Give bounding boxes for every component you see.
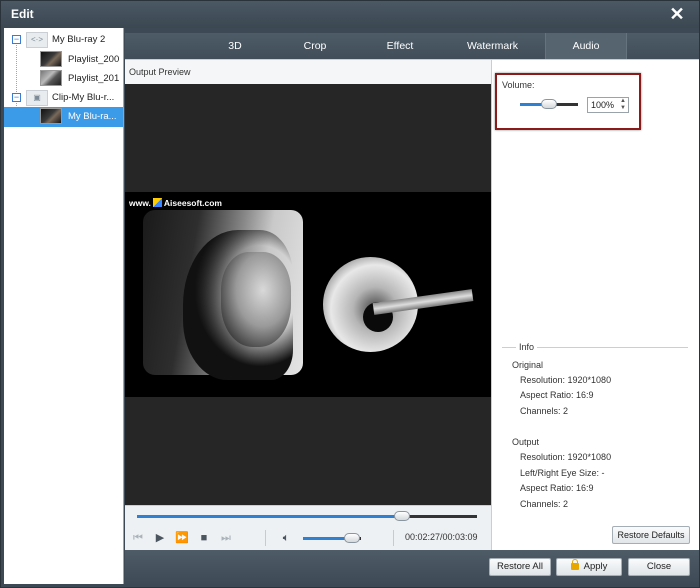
output-resolution: Resolution: 1920*1080 bbox=[520, 452, 612, 462]
play-icon[interactable]: ▶ bbox=[153, 531, 167, 545]
divider bbox=[265, 530, 266, 546]
aiseesoft-logo-icon bbox=[152, 198, 162, 207]
audio-settings-panel: Volume: 100% ▲ ▼ Info Original Resolution… bbox=[491, 59, 699, 550]
title-bar: Edit ✕ bbox=[1, 1, 699, 28]
clip-icon: ▣ bbox=[26, 90, 48, 106]
preview-header: Output Preview bbox=[125, 60, 491, 84]
original-resolution: Resolution: 1920*1080 bbox=[520, 375, 612, 385]
output-aspect-ratio: Aspect Ratio: 16:9 bbox=[520, 483, 594, 493]
time-display: 00:02:27/00:03:09 bbox=[405, 532, 478, 542]
seek-progress bbox=[137, 515, 402, 518]
tab-3d[interactable]: 3D bbox=[195, 33, 275, 59]
output-heading: Output bbox=[512, 437, 540, 447]
fast-forward-icon[interactable]: ⏩ bbox=[175, 531, 189, 545]
tree-item-selected-clip[interactable]: My Blu-ra... bbox=[4, 107, 123, 127]
output-preview-panel: Output Preview www. Aiseesoft.com bbox=[125, 59, 491, 506]
video-thumbnail bbox=[40, 70, 62, 86]
tab-effect[interactable]: Effect bbox=[360, 33, 440, 59]
lock-icon bbox=[570, 559, 579, 570]
apply-label: Apply bbox=[583, 561, 608, 572]
edit-tabs: 3D Crop Effect Watermark Audio bbox=[125, 33, 699, 59]
tree-item-clip[interactable]: − ▣ Clip-My Blu-r... bbox=[4, 88, 123, 108]
watermark-brand: Aiseesoft.com bbox=[163, 198, 222, 208]
previous-frame-icon[interactable]: ⏮ bbox=[131, 531, 145, 545]
close-button[interactable]: Close bbox=[628, 558, 690, 576]
highlight-annotation bbox=[495, 73, 641, 130]
preview-volume-slider[interactable] bbox=[303, 533, 361, 543]
tree-item-playlist-201[interactable]: Playlist_201 bbox=[4, 69, 123, 89]
tree-item-label: My Blu-ray 2 bbox=[52, 34, 106, 45]
restore-all-button[interactable]: Restore All bbox=[489, 558, 551, 576]
tree-item-label: Playlist_201 bbox=[68, 73, 120, 84]
tree-item-label: Clip-My Blu-r... bbox=[52, 92, 115, 103]
collapse-icon[interactable]: − bbox=[12, 93, 21, 102]
seek-handle[interactable] bbox=[394, 511, 410, 521]
seek-bar[interactable] bbox=[137, 511, 477, 521]
video-frame: www. Aiseesoft.com bbox=[125, 192, 491, 397]
watermark-prefix: www. bbox=[129, 198, 151, 208]
output-channels: Channels: 2 bbox=[520, 499, 569, 509]
window-title: Edit bbox=[11, 7, 34, 21]
divider bbox=[393, 530, 394, 546]
original-channels: Channels: 2 bbox=[520, 406, 569, 416]
face-shape bbox=[221, 252, 291, 347]
tab-audio[interactable]: Audio bbox=[545, 33, 627, 59]
video-thumbnail bbox=[40, 108, 62, 124]
volume-handle[interactable] bbox=[344, 533, 360, 543]
playback-controls: ⏮ ▶ ⏩ ■ ⏭ 🔈︎ 00:02:27/00:03:09 bbox=[125, 505, 491, 550]
speaker-icon[interactable]: 🔈︎ bbox=[279, 531, 293, 545]
next-frame-icon[interactable]: ⏭ bbox=[219, 531, 233, 545]
edit-window: Edit ✕ − <·> My Blu-ray 2 Playlist_200 P… bbox=[0, 0, 700, 588]
tree-item-label: Playlist_200 bbox=[68, 54, 120, 65]
woman-image bbox=[143, 210, 303, 380]
watermark: www. Aiseesoft.com bbox=[129, 198, 222, 208]
tab-crop[interactable]: Crop bbox=[275, 33, 355, 59]
collapse-icon[interactable]: − bbox=[12, 35, 21, 44]
tree-item-label: My Blu-ra... bbox=[68, 111, 117, 122]
info-title: Info bbox=[516, 342, 538, 352]
tree-item-playlist-200[interactable]: Playlist_200 bbox=[4, 50, 123, 70]
footer-bar: Restore All Apply Close bbox=[125, 550, 699, 584]
original-aspect-ratio: Aspect Ratio: 16:9 bbox=[520, 390, 594, 400]
output-eye-size: Left/Right Eye Size: - bbox=[520, 468, 605, 478]
disc-icon: <·> bbox=[26, 32, 48, 48]
file-tree: − <·> My Blu-ray 2 Playlist_200 Playlist… bbox=[4, 28, 124, 584]
stop-icon[interactable]: ■ bbox=[197, 531, 211, 545]
apply-button[interactable]: Apply bbox=[556, 558, 622, 576]
video-thumbnail bbox=[40, 51, 62, 67]
tree-item-my-blu-ray-2[interactable]: − <·> My Blu-ray 2 bbox=[4, 30, 123, 50]
close-icon[interactable]: ✕ bbox=[667, 4, 687, 24]
guitar-image bbox=[313, 242, 474, 372]
tab-watermark[interactable]: Watermark bbox=[450, 33, 535, 59]
original-heading: Original bbox=[512, 360, 544, 370]
video-area: www. Aiseesoft.com bbox=[125, 84, 491, 506]
restore-defaults-button[interactable]: Restore Defaults bbox=[612, 526, 690, 544]
